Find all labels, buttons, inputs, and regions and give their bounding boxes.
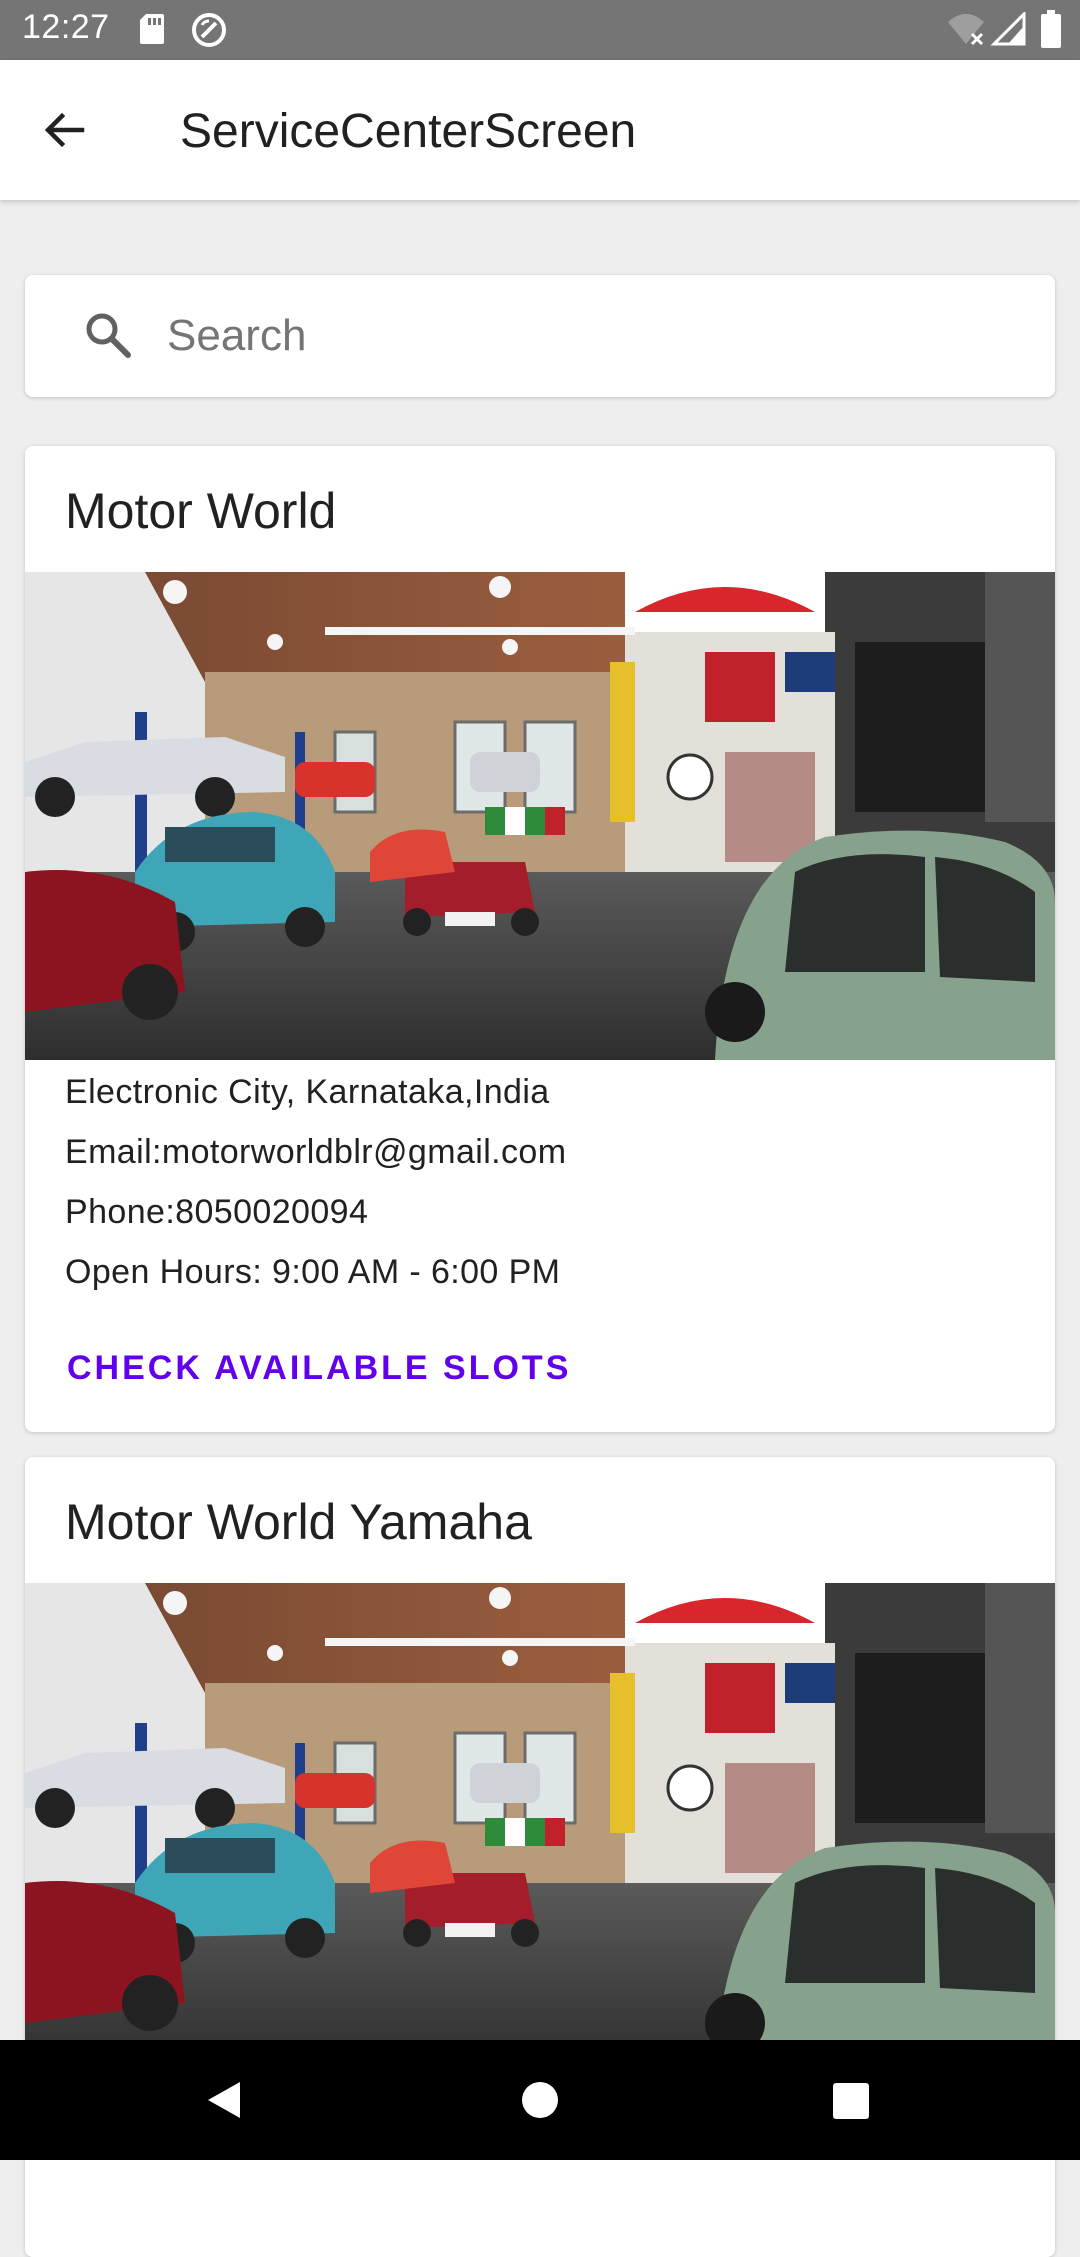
garage-image [25,1583,1055,2071]
app-bar: ServiceCenterScreen [0,60,1080,200]
service-center-address: Electronic City, Karnataka,India [65,1073,550,1111]
service-center-phone: Phone:8050020094 [65,1193,369,1231]
service-center-name: Motor World [65,483,337,539]
garage-image [25,572,1055,1060]
status-time: 12:27 [22,8,110,46]
signal-icon [990,10,1026,51]
nav-back-icon[interactable] [202,2078,246,2127]
navigation-bar [0,2040,1080,2160]
battery-icon [1040,10,1062,53]
search-bar[interactable] [25,275,1055,397]
page-title: ServiceCenterScreen [180,105,637,158]
status-bar: 12:27 [0,0,1080,60]
check-available-slots-button[interactable]: CHECK AVAILABLE SLOTS [51,1332,587,1404]
nav-home-icon[interactable] [520,2080,560,2125]
wifi-off-icon [946,12,986,51]
search-input[interactable] [165,295,1025,377]
service-center-email: Email:motorworldblr@gmail.com [65,1133,567,1171]
service-center-hours: Open Hours: 9:00 AM - 6:00 PM [65,1253,561,1291]
sd-card-icon [138,12,166,51]
search-icon [81,308,135,367]
do-not-disturb-icon [190,11,228,54]
service-center-card: Motor World Electronic City, Karnataka,I… [25,446,1055,1432]
arrow-back-icon [44,112,85,148]
back-button[interactable] [34,100,94,160]
nav-recents-icon[interactable] [832,2082,870,2125]
service-center-name: Motor World Yamaha [65,1494,532,1550]
